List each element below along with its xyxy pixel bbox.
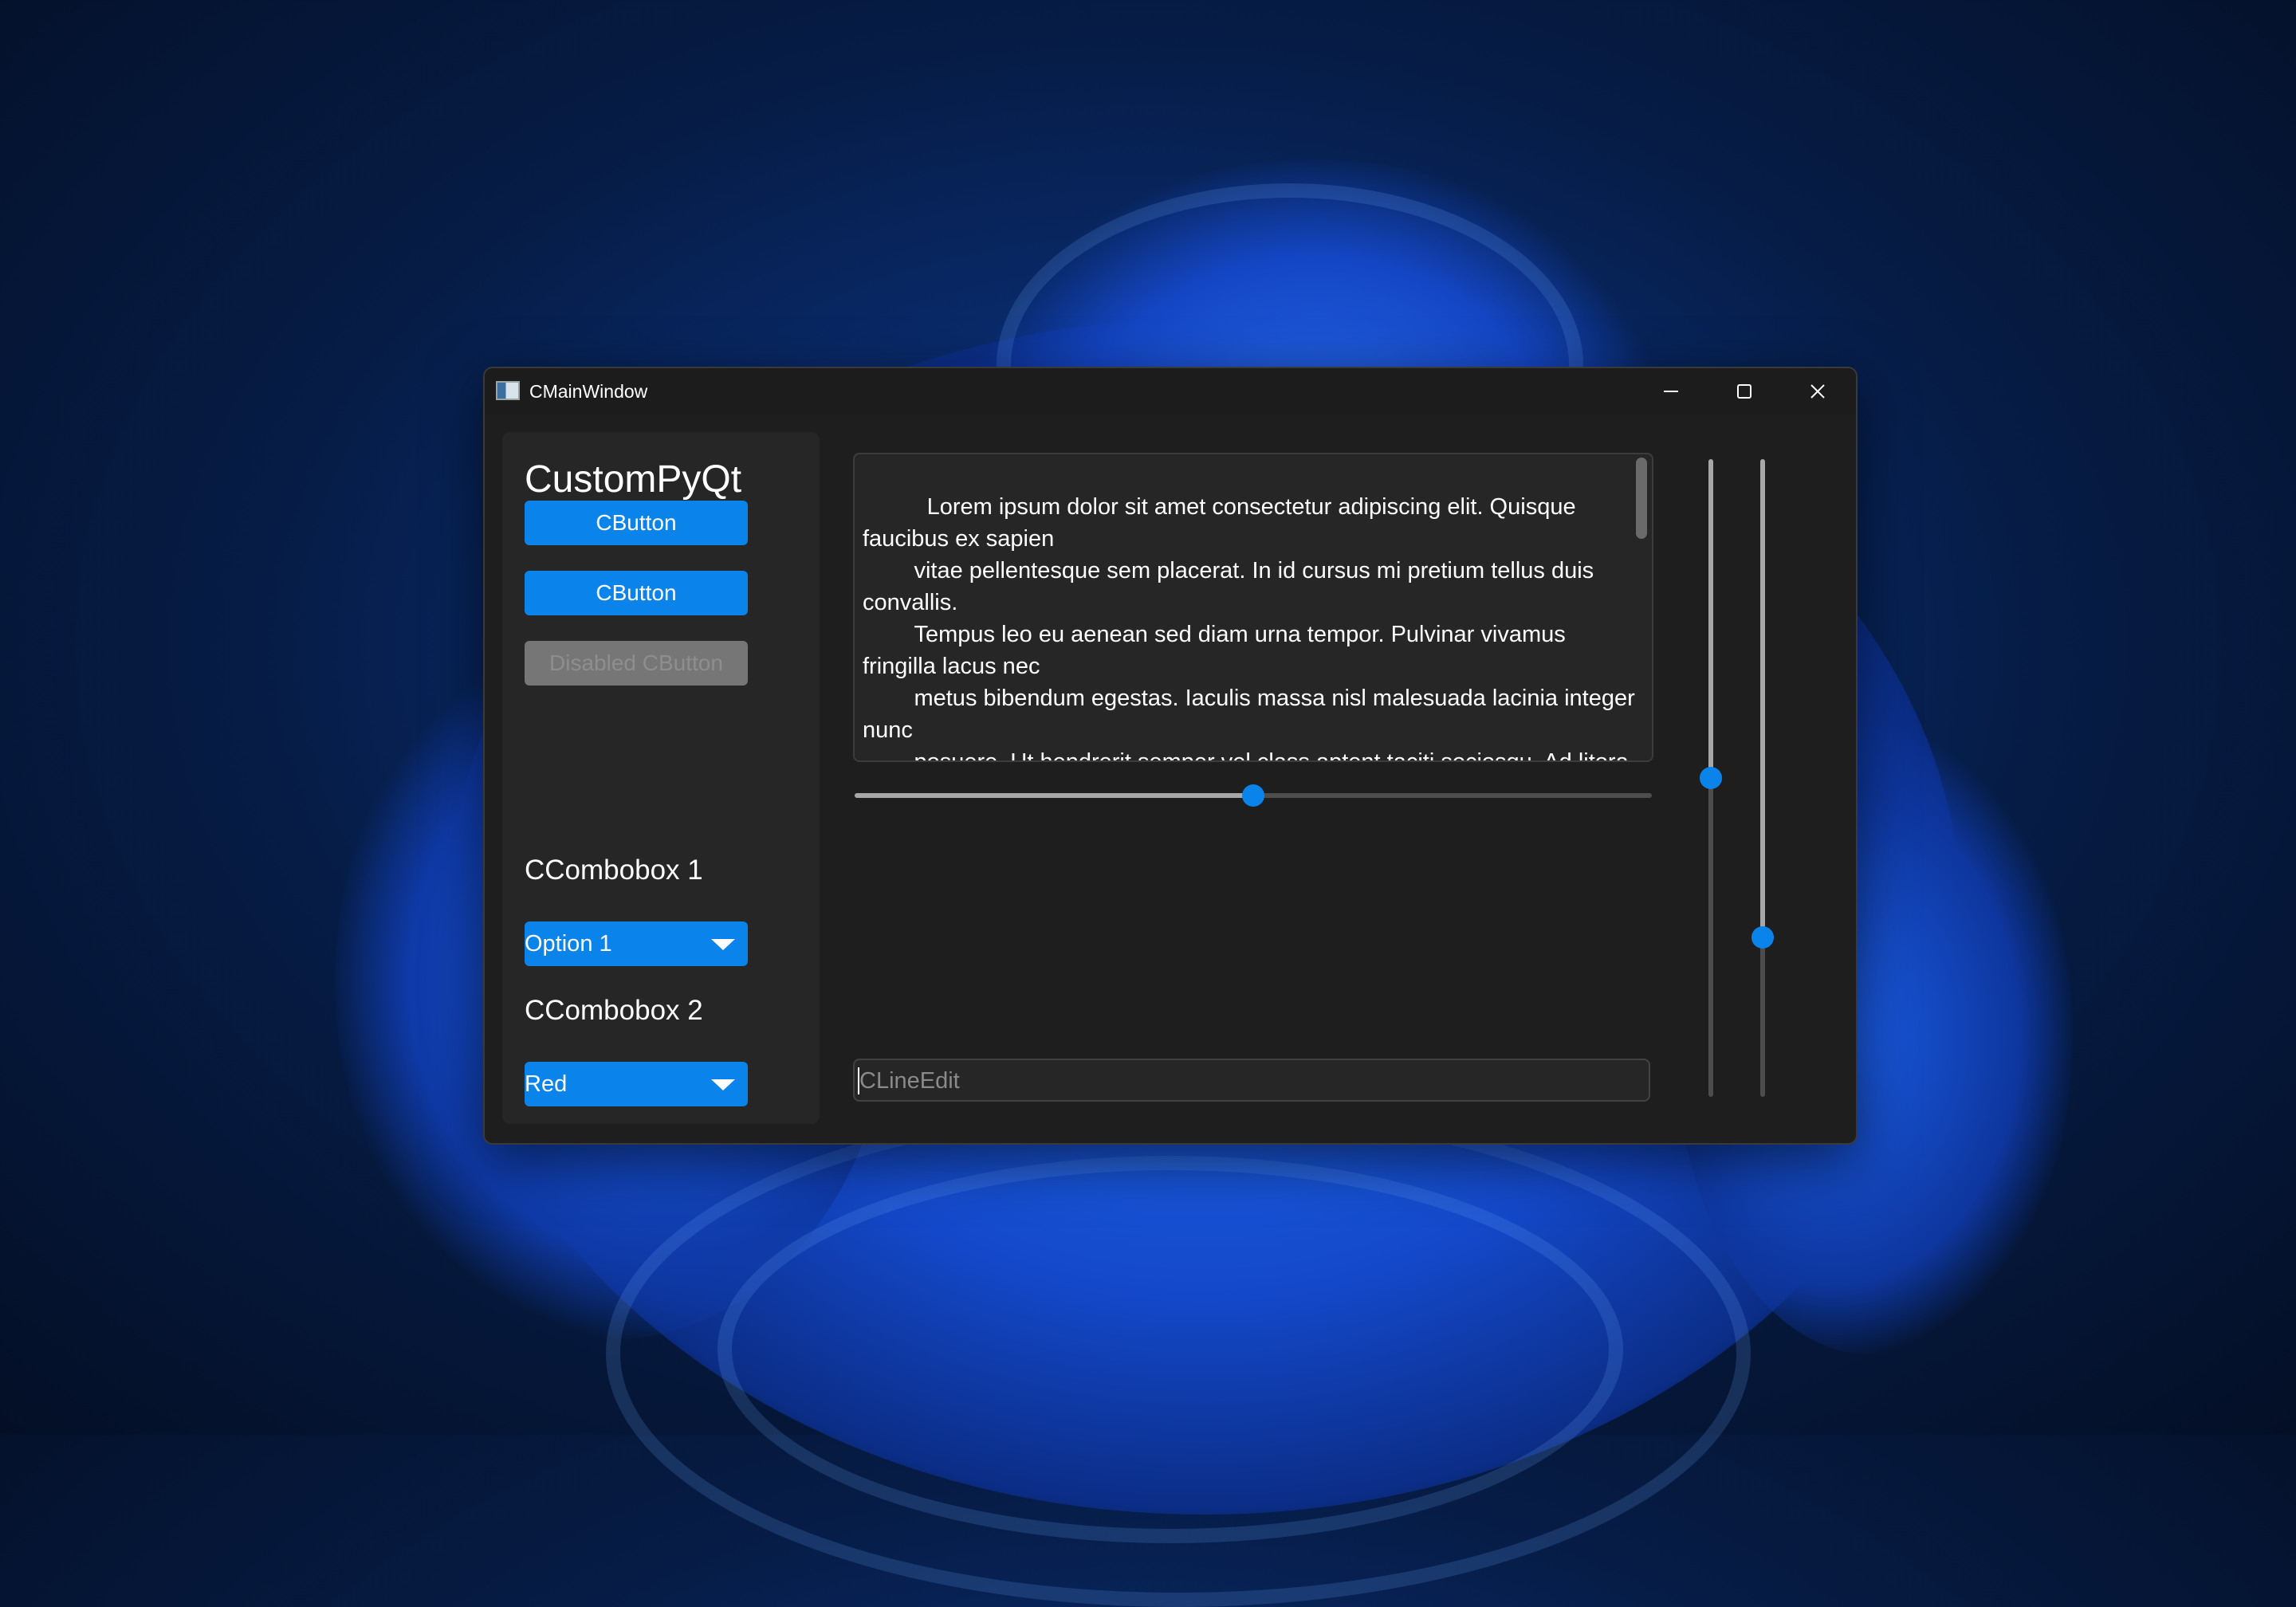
text-edit[interactable]: Lorem ipsum dolor sit amet consectetur a… <box>853 453 1653 762</box>
combo2-label: CCombobox 2 <box>525 995 703 1026</box>
slider-handle[interactable] <box>1751 926 1774 949</box>
main-window: CMainWindow CustomPyQt CButton CButton D… <box>483 367 1858 1145</box>
chevron-down-icon <box>711 939 735 950</box>
app-heading: CustomPyQt <box>525 458 742 501</box>
vertical-slider-2[interactable] <box>1751 459 1774 1097</box>
maximize-icon <box>1737 384 1751 399</box>
title-bar[interactable]: CMainWindow <box>485 368 1856 415</box>
slider-handle[interactable] <box>1242 784 1264 807</box>
disabled-cbutton: Disabled CButton <box>525 641 748 686</box>
combobox-1-value: Option 1 <box>525 931 612 957</box>
text-edit-content: Lorem ipsum dolor sit amet consectetur a… <box>863 494 1635 762</box>
combo1-label: CCombobox 1 <box>525 855 703 886</box>
slider-fill <box>1708 459 1713 778</box>
vertical-slider-1[interactable] <box>1700 459 1722 1097</box>
combobox-2-value: Red <box>525 1071 568 1097</box>
close-button[interactable] <box>1781 368 1854 415</box>
sidebar-panel: CustomPyQt CButton CButton Disabled CBut… <box>502 432 820 1124</box>
window-title: CMainWindow <box>529 381 648 402</box>
line-edit-input[interactable] <box>858 1063 1642 1098</box>
minimize-button[interactable] <box>1634 368 1708 415</box>
app-icon <box>496 381 520 400</box>
cbutton-2[interactable]: CButton <box>525 571 748 615</box>
text-caret <box>858 1067 859 1094</box>
cbutton-1[interactable]: CButton <box>525 501 748 545</box>
slider-handle[interactable] <box>1700 767 1722 789</box>
maximize-button[interactable] <box>1708 368 1781 415</box>
slider-fill <box>1760 459 1765 937</box>
text-edit-scrollbar[interactable] <box>1636 458 1647 539</box>
slider-fill <box>855 793 1253 798</box>
close-icon <box>1810 384 1825 399</box>
minimize-icon <box>1664 391 1678 392</box>
combobox-1[interactable]: Option 1 <box>525 921 748 966</box>
horizontal-slider[interactable] <box>855 780 1652 811</box>
combobox-2[interactable]: Red <box>525 1062 748 1106</box>
line-edit[interactable] <box>853 1059 1650 1102</box>
chevron-down-icon <box>711 1079 735 1090</box>
